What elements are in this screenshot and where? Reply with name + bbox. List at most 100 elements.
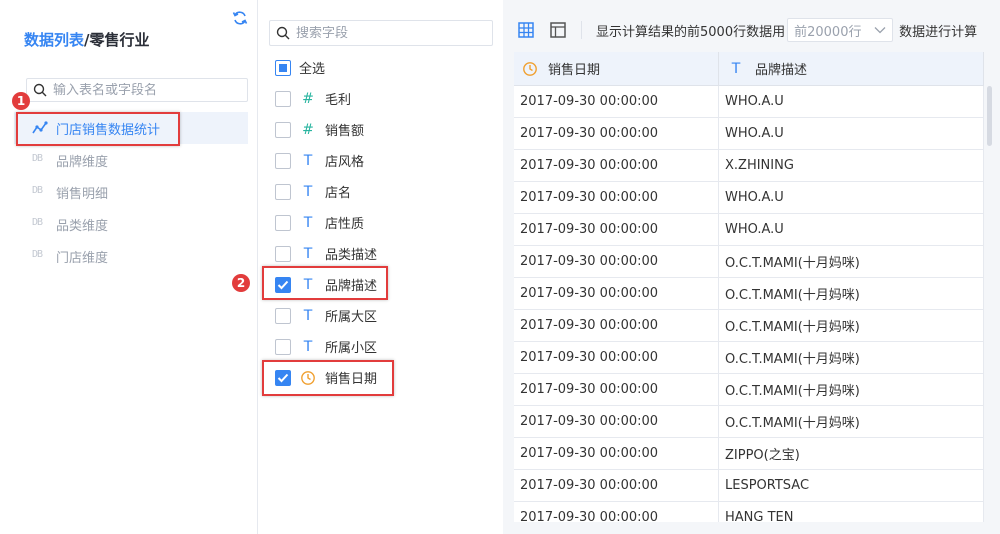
select-all-checkbox[interactable]	[275, 59, 291, 76]
cell-brand-desc: LESPORTSAC	[719, 470, 984, 501]
breadcrumb: 数据列表/零售行业	[24, 29, 150, 50]
field-item-sales-amount[interactable]: # 销售额	[275, 114, 377, 145]
breadcrumb-link-data-list[interactable]: 数据列表	[24, 31, 84, 49]
table-row: 2017-09-30 00:00:00 O.C.T.MAMI(十月妈咪)	[514, 310, 984, 342]
preview-toolbar: 显示计算结果的前5000行数据 用 前20000行 数据进行计算	[503, 14, 1000, 46]
field-checkbox[interactable]	[275, 152, 291, 169]
table-row: 2017-09-30 00:00:00 X.ZHINING	[514, 150, 984, 182]
field-item-store-style[interactable]: T 店风格	[275, 145, 377, 176]
cell-sales-date: 2017-09-30 00:00:00	[514, 406, 719, 437]
column-header-sales-date[interactable]: 销售日期	[514, 52, 719, 85]
field-checkbox[interactable]	[275, 214, 291, 231]
table-row: 2017-09-30 00:00:00 WHO.A.U	[514, 182, 984, 214]
field-item-store-name[interactable]: T 店名	[275, 176, 377, 207]
cell-brand-desc: WHO.A.U	[719, 182, 984, 213]
breadcrumb-current: 零售行业	[89, 31, 150, 49]
table-search-input[interactable]	[53, 82, 233, 98]
table-item-store-dimension[interactable]: DB 门店维度	[14, 240, 248, 272]
column-header-label: 品牌描述	[755, 63, 808, 78]
row-limit-value: 前20000行	[794, 24, 862, 40]
field-checkbox[interactable]	[275, 245, 291, 262]
field-checkbox[interactable]	[275, 183, 291, 200]
db-table-icon: DB	[32, 217, 43, 228]
cell-sales-date: 2017-09-30 00:00:00	[514, 502, 719, 522]
panel-view-icon[interactable]	[549, 21, 567, 39]
step-badge-1: 1	[12, 92, 30, 110]
checkmark-icon	[277, 373, 289, 382]
checkmark-icon	[277, 280, 289, 289]
text-type-icon: T	[303, 152, 313, 169]
result-limit-text: 显示计算结果的前5000行数据	[596, 24, 773, 40]
field-list-panel: 全选 # 毛利 # 销售额 T 店风格 T 店名 T 店性质 T	[259, 0, 503, 534]
row-limit-select[interactable]: 前20000行	[787, 18, 894, 42]
field-label: 品牌描述	[325, 279, 378, 294]
table-item-label: 品牌维度	[56, 154, 109, 170]
field-label: 所属大区	[325, 310, 378, 325]
field-label: 销售日期	[325, 372, 378, 387]
table-row: 2017-09-30 00:00:00 LESPORTSAC	[514, 470, 984, 502]
field-checkbox[interactable]	[275, 90, 291, 107]
cell-sales-date: 2017-09-30 00:00:00	[514, 342, 719, 373]
field-item-region[interactable]: T 所属大区	[275, 300, 377, 331]
cell-sales-date: 2017-09-30 00:00:00	[514, 118, 719, 149]
grid-header: 销售日期 T 品牌描述	[514, 52, 984, 86]
data-preview-grid: 销售日期 T 品牌描述 2017-09-30 00:00:00 WHO.A.U 20…	[514, 52, 984, 522]
field-search-box[interactable]	[269, 20, 493, 46]
field-item-gross-profit[interactable]: # 毛利	[275, 83, 377, 114]
refresh-icon[interactable]	[232, 10, 248, 26]
cell-brand-desc: O.C.T.MAMI(十月妈咪)	[719, 246, 984, 277]
field-checkbox-checked[interactable]	[275, 369, 291, 386]
text-type-icon: T	[303, 276, 313, 293]
field-checkbox[interactable]	[275, 307, 291, 324]
cell-sales-date: 2017-09-30 00:00:00	[514, 86, 719, 117]
table-item-store-sales[interactable]: 门店销售数据统计	[14, 112, 248, 144]
db-table-icon: DB	[32, 249, 43, 260]
text-type-icon: T	[303, 338, 313, 355]
table-row: 2017-09-30 00:00:00 O.C.T.MAMI(十月妈咪)	[514, 246, 984, 278]
cell-sales-date: 2017-09-30 00:00:00	[514, 374, 719, 405]
field-label: 店名	[325, 186, 352, 201]
field-item-brand-desc[interactable]: T 品牌描述	[275, 269, 377, 300]
db-table-icon: DB	[32, 153, 43, 164]
field-item-select-all[interactable]: 全选	[275, 52, 377, 83]
field-search-input[interactable]	[296, 25, 476, 41]
table-row: 2017-09-30 00:00:00 O.C.T.MAMI(十月妈咪)	[514, 342, 984, 374]
db-table-icon: DB	[32, 185, 43, 196]
field-checkbox[interactable]	[275, 121, 291, 138]
field-checkbox[interactable]	[275, 338, 291, 355]
field-item-store-nature[interactable]: T 店性质	[275, 207, 377, 238]
table-view-icon[interactable]	[517, 21, 535, 39]
number-type-icon: #	[302, 90, 314, 107]
table-item-label: 销售明细	[56, 186, 109, 202]
table-row: 2017-09-30 00:00:00 WHO.A.U	[514, 214, 984, 246]
cell-brand-desc: HANG TEN	[719, 502, 984, 522]
text-type-icon: T	[303, 307, 313, 324]
table-search-box[interactable]	[26, 78, 248, 102]
cell-brand-desc: WHO.A.U	[719, 118, 984, 149]
cell-brand-desc: WHO.A.U	[719, 86, 984, 117]
cell-brand-desc: ZIPPO(之宝)	[719, 438, 984, 469]
column-header-label: 销售日期	[548, 63, 601, 78]
data-preview-panel: 显示计算结果的前5000行数据 用 前20000行 数据进行计算 销售日期 T …	[503, 0, 1000, 534]
field-checkbox-checked[interactable]	[275, 276, 291, 293]
column-header-brand-desc[interactable]: T 品牌描述	[719, 52, 984, 85]
table-item-category-dimension[interactable]: DB 品类维度	[14, 208, 248, 240]
table-item-sales-detail[interactable]: DB 销售明细	[14, 176, 248, 208]
table-row: 2017-09-30 00:00:00 O.C.T.MAMI(十月妈咪)	[514, 374, 984, 406]
table-row: 2017-09-30 00:00:00 HANG TEN	[514, 502, 984, 522]
search-icon	[276, 26, 290, 40]
table-row: 2017-09-30 00:00:00 O.C.T.MAMI(十月妈咪)	[514, 278, 984, 310]
cell-brand-desc: WHO.A.U	[719, 214, 984, 245]
field-item-category-desc[interactable]: T 品类描述	[275, 238, 377, 269]
text-type-icon: T	[731, 60, 741, 77]
field-item-sales-date[interactable]: 销售日期	[275, 362, 377, 393]
field-label: 销售额	[325, 124, 365, 139]
table-list-panel: 数据列表/零售行业 门店销售数据统计 DB 品牌维度 DB 销售明细	[14, 0, 258, 534]
field-item-subregion[interactable]: T 所属小区	[275, 331, 377, 362]
table-item-brand-dimension[interactable]: DB 品牌维度	[14, 144, 248, 176]
number-type-icon: #	[302, 121, 314, 138]
table-item-label: 门店销售数据统计	[56, 122, 161, 138]
vertical-scrollbar[interactable]	[987, 86, 992, 146]
analysis-table-icon	[32, 121, 48, 134]
cell-brand-desc: O.C.T.MAMI(十月妈咪)	[719, 374, 984, 405]
